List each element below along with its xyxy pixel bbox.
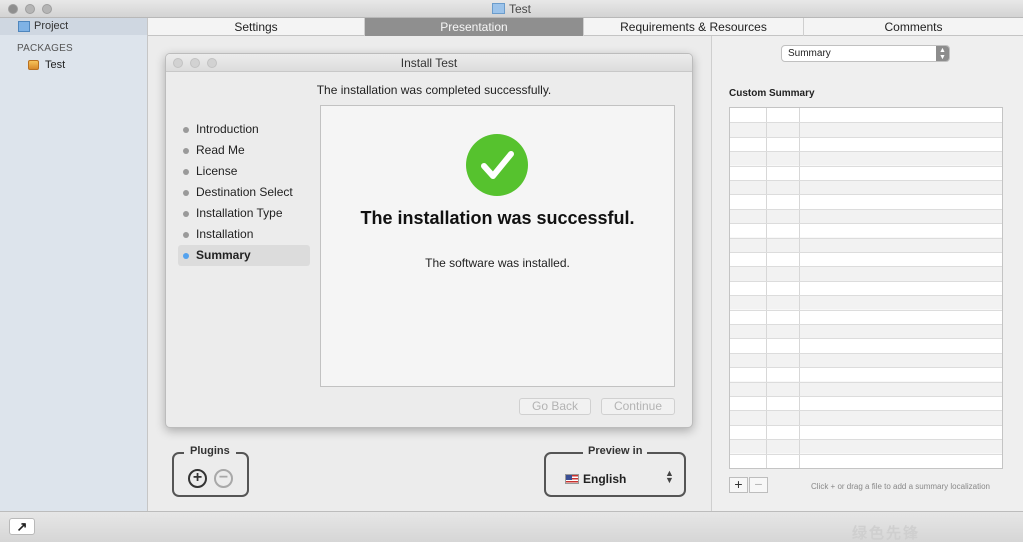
installer-steps: Introduction Read Me License Destination… xyxy=(178,119,310,266)
remove-localization-button[interactable]: − xyxy=(749,477,768,493)
table-row-divider xyxy=(730,280,1002,282)
sidebar-item-test[interactable]: Test xyxy=(28,58,128,73)
table-row-divider xyxy=(730,410,1002,412)
table-row-divider xyxy=(730,252,1002,253)
add-localization-hint: Click + or drag a file to add a summary … xyxy=(811,482,990,491)
window-title-text: Test xyxy=(508,2,531,16)
tab-requirements-resources[interactable]: Requirements & Resources xyxy=(584,18,804,36)
step-label: Installation Type xyxy=(196,206,283,220)
document-icon xyxy=(491,3,505,14)
sidebar: Project PACKAGES Test xyxy=(0,18,148,511)
table-row-divider xyxy=(730,381,1002,383)
step-introduction[interactable]: Introduction xyxy=(178,119,310,140)
sidebar-section-heading: PACKAGES xyxy=(17,43,73,54)
step-label: Introduction xyxy=(196,122,259,136)
table-row-divider xyxy=(730,136,1002,138)
tab-bar: Settings Presentation Requirements & Res… xyxy=(148,18,1023,36)
summary-type-popup[interactable]: Summary ▲ ▼ xyxy=(781,45,950,62)
custom-summary-table[interactable] xyxy=(729,107,1003,469)
step-label: License xyxy=(196,164,238,178)
table-row-divider xyxy=(730,237,1002,239)
table-row-divider xyxy=(730,165,1002,167)
sidebar-item-project[interactable]: Project xyxy=(0,18,147,35)
table-row-divider xyxy=(730,352,1002,354)
installer-zoom-dot xyxy=(207,58,217,68)
step-bullet-icon xyxy=(183,190,189,196)
sidebar-item-label: Test xyxy=(45,59,66,71)
table-column-divider xyxy=(799,108,800,468)
step-read-me[interactable]: Read Me xyxy=(178,140,310,161)
step-label: Summary xyxy=(196,248,251,262)
table-row-divider xyxy=(730,295,1002,297)
preview-language-select[interactable]: English xyxy=(583,472,626,486)
arrow-icon[interactable]: ↗ xyxy=(9,518,35,535)
table-row-divider xyxy=(730,122,1002,124)
table-row-divider xyxy=(730,309,1002,311)
tab-settings[interactable]: Settings xyxy=(148,18,365,36)
step-label: Destination Select xyxy=(196,185,293,199)
step-bullet-icon xyxy=(183,169,189,175)
table-row-divider xyxy=(730,266,1002,268)
installer-minimize-dot xyxy=(190,58,200,68)
table-row-divider xyxy=(730,367,1002,369)
step-label: Read Me xyxy=(196,143,245,157)
plugins-group: Plugins + − xyxy=(172,445,249,497)
continue-button[interactable]: Continue xyxy=(601,398,675,415)
table-row-divider xyxy=(730,453,1002,455)
preview-in-group: Preview in English ▲ ▼ xyxy=(544,445,686,497)
summary-type-value: Summary xyxy=(788,48,831,59)
table-row-divider xyxy=(730,439,1002,441)
sidebar-project-label: Project xyxy=(34,20,69,32)
step-installation-type[interactable]: Installation Type xyxy=(178,203,310,224)
table-row-divider xyxy=(730,194,1002,196)
step-bullet-icon xyxy=(183,148,189,154)
success-title: The installation was successful. xyxy=(360,208,635,228)
step-bullet-icon xyxy=(183,211,189,217)
tab-comments[interactable]: Comments xyxy=(804,18,1023,36)
step-license[interactable]: License xyxy=(178,161,310,182)
checkmark-icon xyxy=(466,134,528,196)
step-destination-select[interactable]: Destination Select xyxy=(178,182,310,203)
us-flag-icon xyxy=(565,474,579,484)
go-back-button[interactable]: Go Back xyxy=(519,398,591,415)
table-row-divider xyxy=(730,338,1002,340)
installer-preview-window: Install Test The installation was comple… xyxy=(165,53,693,428)
plugins-label: Plugins xyxy=(184,445,236,457)
step-summary[interactable]: Summary xyxy=(178,245,310,266)
table-row-divider xyxy=(730,324,1002,325)
tab-presentation[interactable]: Presentation xyxy=(365,18,584,36)
window-titlebar: Test xyxy=(0,0,1023,18)
step-label: Installation xyxy=(196,227,254,241)
installer-heading: The installation was completed successfu… xyxy=(316,83,552,97)
table-row-divider xyxy=(730,396,1002,397)
success-subtitle: The software was installed. xyxy=(425,256,570,270)
table-row-divider xyxy=(730,180,1002,181)
watermark: 绿色先锋 www.greenxf.com xyxy=(852,525,921,542)
window-title: Test xyxy=(0,2,1023,16)
popup-arrows-icon[interactable]: ▲ ▼ xyxy=(665,469,674,485)
package-icon xyxy=(28,60,39,70)
project-icon xyxy=(18,21,30,32)
step-bullet-icon xyxy=(183,127,189,133)
remove-plugin-button[interactable]: − xyxy=(214,469,233,488)
table-row-divider xyxy=(730,208,1002,210)
step-bullet-icon xyxy=(183,253,189,259)
summary-settings-panel: Summary ▲ ▼ Custom Summary + − Click + or… xyxy=(711,36,1023,511)
table-row-divider xyxy=(730,424,1002,426)
bottom-bar: ↗ 绿色先锋 www.greenxf.com xyxy=(0,511,1023,542)
custom-summary-heading: Custom Summary xyxy=(729,88,815,99)
table-row-divider xyxy=(730,151,1002,153)
step-bullet-icon xyxy=(183,232,189,238)
add-localization-button[interactable]: + xyxy=(729,477,748,493)
preview-in-label: Preview in xyxy=(583,445,648,457)
add-plugin-button[interactable]: + xyxy=(188,469,207,488)
table-column-divider xyxy=(766,108,767,468)
table-row-divider xyxy=(730,223,1002,225)
step-installation[interactable]: Installation xyxy=(178,224,310,245)
popup-arrows-icon: ▲ ▼ xyxy=(936,46,949,61)
presentation-content: Install Test The installation was comple… xyxy=(148,36,711,511)
installer-title: Install Test xyxy=(166,54,692,72)
installer-close-dot xyxy=(173,58,183,68)
installer-content-pane: The installation was successful. The sof… xyxy=(320,105,675,387)
